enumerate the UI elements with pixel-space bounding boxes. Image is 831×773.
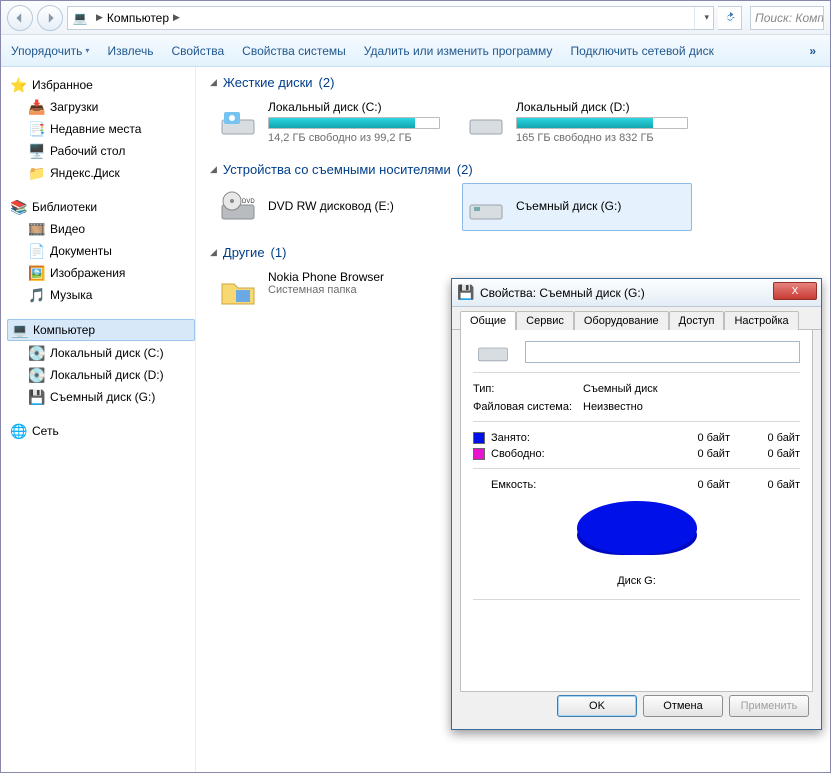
free-bytes: 0 байт bbox=[650, 448, 730, 460]
sidebar-item-disk-d[interactable]: 💽Локальный диск (D:) bbox=[7, 365, 195, 385]
used-bytes: 0 байт bbox=[650, 432, 730, 444]
desktop-icon: 🖥️ bbox=[29, 143, 45, 159]
properties-dialog: 💾 Свойства: Съемный диск (G:) X Общие Се… bbox=[451, 278, 822, 730]
sidebar-item-disk-c[interactable]: 💽Локальный диск (C:) bbox=[7, 343, 195, 363]
drive-icon bbox=[473, 340, 513, 364]
sidebar-libraries[interactable]: 📚 Библиотеки bbox=[7, 197, 195, 217]
sidebar-computer[interactable]: 💻 Компьютер bbox=[7, 319, 195, 341]
document-icon: 📄 bbox=[29, 243, 45, 259]
close-button[interactable]: X bbox=[773, 282, 817, 300]
sidebar-item-images[interactable]: 🖼️Изображения bbox=[7, 263, 195, 283]
download-icon: 📥 bbox=[29, 99, 45, 115]
dialog-tabs: Общие Сервис Оборудование Доступ Настрой… bbox=[452, 307, 821, 330]
computer-icon: 💻 bbox=[72, 10, 88, 26]
free-swatch bbox=[473, 448, 485, 460]
dialog-title-text: Свойства: Съемный диск (G:) bbox=[480, 286, 645, 300]
explorer-window: 💻 ▶ Компьютер ▶ ▾ Поиск: Комп Упорядочит… bbox=[0, 0, 831, 773]
path-segment[interactable]: Компьютер bbox=[107, 11, 169, 25]
sidebar-item-documents[interactable]: 📄Документы bbox=[7, 241, 195, 261]
usb-icon: 💾 bbox=[29, 389, 45, 405]
path-sep: ▶ bbox=[96, 12, 103, 23]
sidebar-favorites[interactable]: ⭐ Избранное bbox=[7, 75, 195, 95]
ok-button[interactable]: OK bbox=[557, 695, 637, 717]
tab-general[interactable]: Общие bbox=[460, 311, 516, 330]
drive-icon: 💾 bbox=[458, 285, 474, 301]
dvd-icon: DVD bbox=[218, 187, 258, 227]
refresh-button[interactable] bbox=[718, 6, 742, 30]
external-drive-icon bbox=[466, 187, 506, 227]
sidebar-item-desktop[interactable]: 🖥️Рабочий стол bbox=[7, 141, 195, 161]
toolbar-overflow[interactable]: » bbox=[809, 44, 820, 58]
folder-icon bbox=[218, 270, 258, 310]
tab-sharing[interactable]: Доступ bbox=[669, 311, 725, 330]
tab-customize[interactable]: Настройка bbox=[724, 311, 798, 330]
sidebar: ⭐ Избранное 📥Загрузки 📑Недавние места 🖥️… bbox=[1, 67, 196, 772]
sidebar-item-downloads[interactable]: 📥Загрузки bbox=[7, 97, 195, 117]
free-size: 0 байт bbox=[730, 448, 800, 460]
type-value: Съемный диск bbox=[583, 383, 658, 395]
cap-bytes: 0 байт bbox=[650, 479, 730, 491]
apply-button[interactable]: Применить bbox=[729, 695, 809, 717]
star-icon: ⭐ bbox=[11, 77, 27, 93]
nokia-browser[interactable]: Nokia Phone Browser Системная папка bbox=[214, 266, 444, 314]
disk-icon bbox=[218, 102, 258, 142]
usage-pie bbox=[577, 501, 697, 569]
music-icon: 🎵 bbox=[29, 287, 45, 303]
cancel-button[interactable]: Отмена bbox=[643, 695, 723, 717]
sidebar-network[interactable]: 🌐 Сеть bbox=[7, 421, 195, 441]
network-icon: 🌐 bbox=[11, 423, 27, 439]
disk-icon bbox=[466, 102, 506, 142]
used-swatch bbox=[473, 432, 485, 444]
fs-value: Неизвестно bbox=[583, 401, 643, 413]
cap-size: 0 байт bbox=[730, 479, 800, 491]
toolbar-sys-properties[interactable]: Свойства системы bbox=[242, 44, 346, 58]
drive-usb-g[interactable]: Съемный диск (G:) bbox=[462, 183, 692, 231]
search-input[interactable]: Поиск: Комп bbox=[750, 6, 824, 30]
toolbar-map-drive[interactable]: Подключить сетевой диск bbox=[570, 44, 713, 58]
dialog-body: Тип:Съемный диск Файловая система:Неизве… bbox=[460, 330, 813, 692]
svg-text:DVD: DVD bbox=[242, 199, 255, 205]
sidebar-item-disk-g[interactable]: 💾Съемный диск (G:) bbox=[7, 387, 195, 407]
used-size: 0 байт bbox=[730, 432, 800, 444]
disk-icon: 💽 bbox=[29, 345, 45, 361]
tab-service[interactable]: Сервис bbox=[516, 311, 574, 330]
dialog-titlebar[interactable]: 💾 Свойства: Съемный диск (G:) X bbox=[452, 279, 821, 307]
video-icon: 🎞️ bbox=[29, 221, 45, 237]
toolbar-properties[interactable]: Свойства bbox=[171, 44, 224, 58]
capacity-bar bbox=[268, 117, 440, 129]
library-icon: 📚 bbox=[11, 199, 27, 215]
sidebar-item-recent[interactable]: 📑Недавние места bbox=[7, 119, 195, 139]
capacity-bar bbox=[516, 117, 688, 129]
section-hdd-header[interactable]: ◢ Жесткие диски (2) bbox=[210, 75, 816, 90]
nav-bar: 💻 ▶ Компьютер ▶ ▾ Поиск: Комп bbox=[1, 1, 830, 35]
path-sep: ▶ bbox=[173, 12, 180, 23]
disk-icon: 💽 bbox=[29, 367, 45, 383]
sidebar-item-video[interactable]: 🎞️Видео bbox=[7, 219, 195, 239]
address-bar[interactable]: 💻 ▶ Компьютер ▶ ▾ bbox=[67, 6, 714, 30]
image-icon: 🖼️ bbox=[29, 265, 45, 281]
toolbar-uninstall[interactable]: Удалить или изменить программу bbox=[364, 44, 553, 58]
back-button[interactable] bbox=[7, 5, 33, 31]
section-removable-header[interactable]: ◢ Устройства со съемными носителями (2) bbox=[210, 162, 816, 177]
drive-d[interactable]: Локальный диск (D:) 165 ГБ свободно из 8… bbox=[462, 96, 692, 148]
dialog-buttons: OK Отмена Применить bbox=[460, 689, 813, 721]
sidebar-item-yandex[interactable]: 📁Яндекс.Диск bbox=[7, 163, 195, 183]
tab-hardware[interactable]: Оборудование bbox=[574, 311, 669, 330]
drive-c[interactable]: Локальный диск (C:) 14,2 ГБ свободно из … bbox=[214, 96, 444, 148]
toolbar-organize[interactable]: Упорядочить▾ bbox=[11, 44, 89, 58]
disk-label: Диск G: bbox=[473, 575, 800, 587]
drive-dvd-e[interactable]: DVD DVD RW дисковод (E:) bbox=[214, 183, 444, 231]
search-placeholder: Поиск: Комп bbox=[755, 11, 824, 25]
computer-icon: 💻 bbox=[12, 322, 28, 338]
folder-icon: 📁 bbox=[29, 165, 45, 181]
volume-label-input[interactable] bbox=[525, 341, 800, 363]
toolbar: Упорядочить▾ Извлечь Свойства Свойства с… bbox=[1, 35, 830, 67]
sidebar-item-music[interactable]: 🎵Музыка bbox=[7, 285, 195, 305]
recent-icon: 📑 bbox=[29, 121, 45, 137]
section-other-header[interactable]: ◢ Другие (1) bbox=[210, 245, 816, 260]
toolbar-extract[interactable]: Извлечь bbox=[107, 44, 153, 58]
forward-button[interactable] bbox=[37, 5, 63, 31]
